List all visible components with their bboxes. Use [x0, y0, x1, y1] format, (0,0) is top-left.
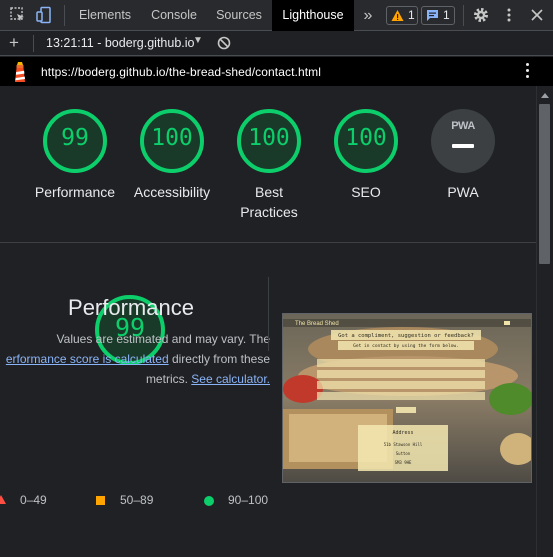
vertical-divider	[268, 277, 269, 351]
close-devtools-icon[interactable]	[528, 6, 546, 24]
section-divider	[0, 242, 536, 243]
scrollbar-thumb[interactable]	[539, 104, 550, 264]
category-label-practices: Practices	[240, 204, 298, 220]
report-menu-icon[interactable]	[525, 63, 531, 81]
report-selector[interactable]: 13:21:11 - boderg.github.io	[46, 36, 195, 50]
tab-lighthouse[interactable]: Lighthouse	[272, 0, 354, 31]
message-icon	[427, 10, 438, 21]
tab-elements[interactable]: Elements	[70, 0, 140, 31]
messages-badge[interactable]: 1	[421, 6, 455, 25]
pwa-badge	[431, 109, 495, 173]
lighthouse-report: 99 Performance 100 Accessibility 100 Bes…	[0, 86, 536, 557]
gauge-best-practices[interactable]: 100	[236, 108, 302, 174]
score-value: 99	[61, 125, 89, 151]
legend-pass: 90–100	[228, 493, 269, 507]
warning-icon	[391, 10, 404, 21]
inspect-element-icon[interactable]	[9, 6, 27, 24]
devtools-tabbar: Elements Console Sources Lighthouse » 1 …	[0, 0, 553, 31]
score-value: 100	[151, 125, 193, 151]
desc-line-1: Values are estimated and may vary. The	[56, 332, 270, 346]
score-calculation-link[interactable]: erformance score is calculated	[6, 352, 169, 366]
performance-title: Performance	[68, 295, 194, 320]
see-calculator-link[interactable]: See calculator.	[191, 372, 270, 386]
chevron-down-icon[interactable]: ▼	[193, 35, 203, 46]
category-label-seo: SEO	[351, 184, 381, 200]
pass-circle-icon	[204, 496, 214, 506]
report-url: https://boderg.github.io/the-bread-shed/…	[41, 65, 322, 79]
performance-description: Values are estimated and may vary. The e…	[0, 329, 270, 389]
new-report-button[interactable]: +	[9, 33, 19, 53]
tab-sources[interactable]: Sources	[208, 0, 270, 31]
category-label-best: Best	[254, 184, 283, 200]
toolbar-separator	[64, 5, 65, 26]
desc-line-2: directly from these	[168, 352, 270, 366]
screenshot-address-line: SM3 9HE	[395, 460, 412, 465]
fail-triangle-icon	[0, 495, 6, 504]
gauge-performance[interactable]: 99	[42, 108, 108, 174]
category-label-accessibility: Accessibility	[133, 184, 211, 200]
score-value: 100	[345, 125, 387, 151]
legend-fail: 0–49	[20, 493, 47, 507]
desc-line-3: metrics.	[145, 372, 192, 386]
screenshot-address-title: Address	[392, 430, 413, 436]
report-url-bar: https://boderg.github.io/the-bread-shed/…	[0, 57, 553, 86]
screenshot-brand: The Bread Shed	[295, 321, 339, 327]
more-options-icon[interactable]	[500, 6, 518, 24]
gauge-accessibility[interactable]: 100	[139, 108, 205, 174]
gauge-seo[interactable]: 100	[333, 108, 399, 174]
average-square-icon	[96, 496, 105, 505]
warnings-badge[interactable]: 1	[386, 6, 418, 25]
score-value: 100	[248, 125, 290, 151]
pwa-logo-text: PWA	[451, 120, 475, 132]
settings-gear-icon[interactable]	[472, 6, 490, 24]
legend-average: 50–89	[120, 493, 154, 507]
screenshot-address-line: 51b Stawson Hill	[384, 442, 423, 447]
category-label-pwa: PWA	[447, 184, 479, 200]
category-label-performance: Performance	[34, 184, 116, 200]
toolbar-separator	[463, 5, 464, 26]
messages-count: 1	[443, 8, 450, 22]
screenshot-address-line: Sutton	[396, 451, 411, 456]
device-toolbar-icon[interactable]	[35, 6, 53, 24]
gauge-pwa[interactable]: PWA	[430, 108, 496, 174]
scroll-up-arrow-icon[interactable]	[541, 93, 549, 98]
more-tabs-button[interactable]: »	[358, 0, 378, 31]
clear-reports-icon[interactable]	[217, 36, 231, 50]
screenshot-subheading: Get in contact by using the form below.	[353, 343, 459, 349]
toolbar-separator	[33, 35, 34, 52]
tab-console[interactable]: Console	[142, 0, 206, 31]
warnings-count: 1	[408, 8, 415, 22]
lighthouse-logo-icon	[15, 62, 25, 82]
lighthouse-toolbar: + 13:21:11 - boderg.github.io ▼	[0, 31, 553, 56]
page-screenshot-image: The Bread Shed Got a compliment, suggest…	[283, 314, 531, 482]
pwa-dash-icon	[452, 144, 474, 148]
screenshot-heading: Got a compliment, suggestion or feedback…	[338, 333, 474, 339]
final-screenshot[interactable]: The Bread Shed Got a compliment, suggest…	[282, 313, 532, 483]
